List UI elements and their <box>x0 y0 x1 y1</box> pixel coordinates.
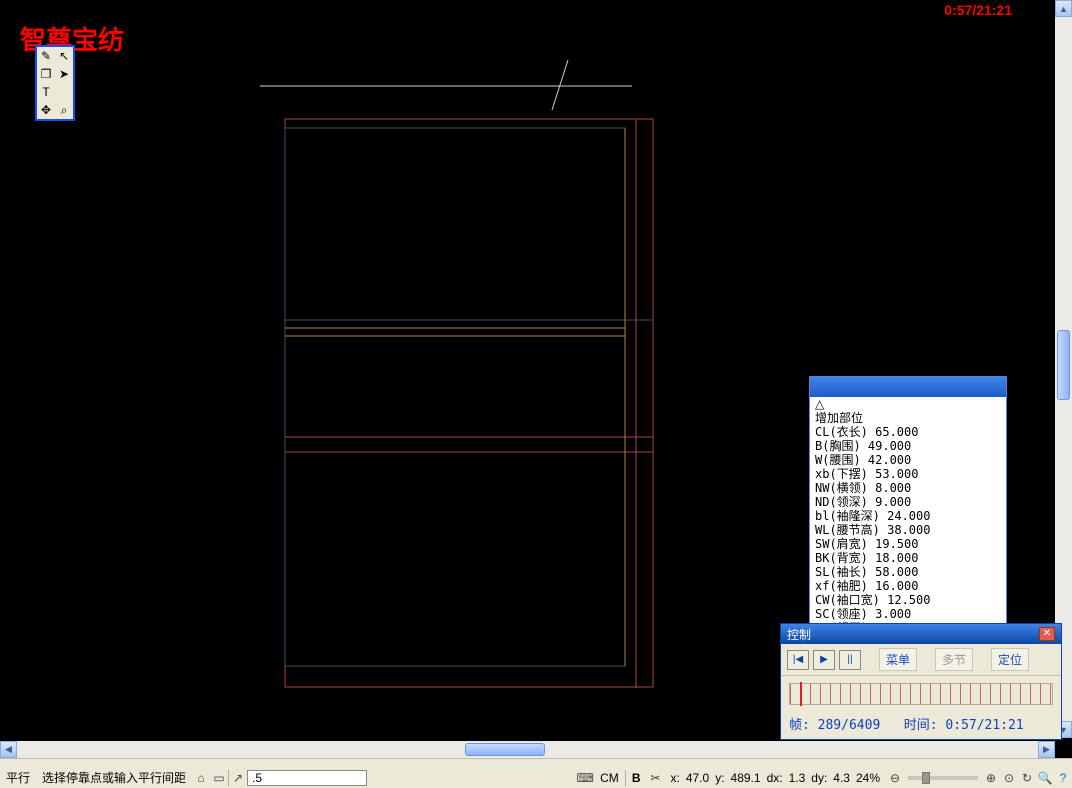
mode-label: 平行 <box>0 769 36 786</box>
refresh-icon[interactable]: ↻ <box>1018 769 1036 787</box>
measurements-titlebar[interactable] <box>810 377 1006 397</box>
y-value: 489.1 <box>731 771 761 785</box>
snap2-icon[interactable]: ▭ <box>210 769 228 787</box>
measurement-row[interactable]: ND(领深) 9.000 <box>810 495 1006 509</box>
scroll-right-icon[interactable]: ▶ <box>1038 741 1055 758</box>
time-display: 0:57/21:21 <box>944 2 1012 18</box>
measurements-header: 增加部位 <box>810 411 1006 425</box>
control-panel[interactable]: 控制 ✕ |◀ ▶ || 菜单 多节 定位 帧: 289/6409 时间: 0:… <box>780 623 1062 740</box>
hscroll-thumb[interactable] <box>465 743 545 756</box>
multi-button[interactable]: 多节 <box>935 648 973 671</box>
timeline-position[interactable] <box>800 682 802 706</box>
measurement-row[interactable]: xb(下摆) 53.000 <box>810 467 1006 481</box>
close-icon[interactable]: ✕ <box>1039 627 1055 641</box>
measurements-rows: CL(衣长) 65.000B(胸围) 49.000W(腰围) 42.000xb(… <box>810 425 1006 636</box>
y-label: y: <box>709 771 730 785</box>
measurement-row[interactable]: SC(领座) 3.000 <box>810 607 1006 621</box>
measurement-row[interactable]: bl(袖隆深) 24.000 <box>810 509 1006 523</box>
timeline-ticks <box>790 684 1052 704</box>
keyboard-icon[interactable]: ⌨ <box>576 769 594 787</box>
toolbox: ✎ ↖ ❐ ➤ T ✥ ⌕ <box>35 45 75 121</box>
control-title: 控制 <box>787 626 811 643</box>
play-button[interactable]: ▶ <box>813 650 835 670</box>
x-label: x: <box>664 771 685 785</box>
control-titlebar[interactable]: 控制 ✕ <box>781 624 1061 644</box>
copy-tool[interactable]: ❐ <box>37 65 55 83</box>
measurement-row[interactable]: WL(腰节高) 38.000 <box>810 523 1006 537</box>
dy-label: dy: <box>805 771 833 785</box>
measurement-row[interactable]: SW(肩宽) 19.500 <box>810 537 1006 551</box>
dx-value: 1.3 <box>789 771 806 785</box>
measurements-tri-icon: △ <box>810 397 1006 411</box>
timeline[interactable] <box>789 683 1053 705</box>
measurements-panel[interactable]: △ 增加部位 CL(衣长) 65.000B(胸围) 49.000W(腰围) 42… <box>809 376 1007 636</box>
measurement-row[interactable]: CL(衣长) 65.000 <box>810 425 1006 439</box>
move-tool[interactable]: ✥ <box>37 101 55 119</box>
menu-button[interactable]: 菜单 <box>879 648 917 671</box>
measurement-row[interactable]: B(胸围) 49.000 <box>810 439 1006 453</box>
blank-tool[interactable] <box>55 83 73 101</box>
zoom-slider[interactable] <box>908 776 978 780</box>
time-value: 0:57/21:21 <box>945 718 1023 733</box>
time-label: 时间: <box>904 718 938 733</box>
help-icon[interactable]: ? <box>1054 769 1072 787</box>
control-status: 帧: 289/6409 时间: 0:57/21:21 <box>781 712 1061 739</box>
dy-value: 4.3 <box>833 771 850 785</box>
zoom-out-icon[interactable]: ⊖ <box>886 769 904 787</box>
measurement-row[interactable]: W(腰围) 42.000 <box>810 453 1006 467</box>
unit-label[interactable]: CM <box>594 771 625 785</box>
locate-button[interactable]: 定位 <box>991 648 1029 671</box>
horizontal-scrollbar[interactable]: ◀ ▶ <box>0 741 1055 758</box>
text-tool[interactable]: T <box>37 83 55 101</box>
zoom-tool[interactable]: ⌕ <box>55 101 73 119</box>
fit-icon[interactable]: ⊙ <box>1000 769 1018 787</box>
scroll-up-icon[interactable]: ▲ <box>1055 0 1072 17</box>
measurement-row[interactable]: NW(横领) 8.000 <box>810 481 1006 495</box>
direct-select-tool[interactable]: ↖ <box>55 47 73 65</box>
x-value: 47.0 <box>686 771 709 785</box>
pen-tool[interactable]: ✎ <box>37 47 55 65</box>
snap1-icon[interactable]: ⌂ <box>192 769 210 787</box>
timeline-wrap <box>781 676 1061 712</box>
measurement-row[interactable]: BK(背宽) 18.000 <box>810 551 1006 565</box>
search-icon[interactable]: 🔍 <box>1036 769 1054 787</box>
select-tool[interactable]: ➤ <box>55 65 73 83</box>
measurement-row[interactable]: xf(袖肥) 16.000 <box>810 579 1006 593</box>
measurement-row[interactable]: CW(袖口宽) 12.500 <box>810 593 1006 607</box>
hint-text: 选择停靠点或输入平行间距 <box>36 769 192 786</box>
zoom-value: 24% <box>850 771 886 785</box>
vscroll-thumb[interactable] <box>1057 330 1070 400</box>
bold-toggle[interactable]: B <box>626 771 647 785</box>
parallel-distance-input[interactable] <box>247 770 367 786</box>
status-bar: 平行 选择停靠点或输入平行间距 ⌂ ▭ ↗ ⌨ CM B ✂ x: 47.0 y… <box>0 758 1072 788</box>
measure-icon[interactable]: ✂ <box>646 769 664 787</box>
frame-value: 289/6409 <box>818 718 881 733</box>
snap3-icon[interactable]: ↗ <box>229 769 247 787</box>
control-toolbar: |◀ ▶ || 菜单 多节 定位 <box>781 644 1061 676</box>
dx-label: dx: <box>761 771 789 785</box>
zoom-in-icon[interactable]: ⊕ <box>982 769 1000 787</box>
rewind-button[interactable]: |◀ <box>787 650 809 670</box>
frame-label: 帧: <box>789 718 810 733</box>
scroll-left-icon[interactable]: ◀ <box>0 741 17 758</box>
pause-button[interactable]: || <box>839 650 861 670</box>
zoom-slider-knob[interactable] <box>922 772 930 784</box>
measurement-row[interactable]: SL(袖长) 58.000 <box>810 565 1006 579</box>
